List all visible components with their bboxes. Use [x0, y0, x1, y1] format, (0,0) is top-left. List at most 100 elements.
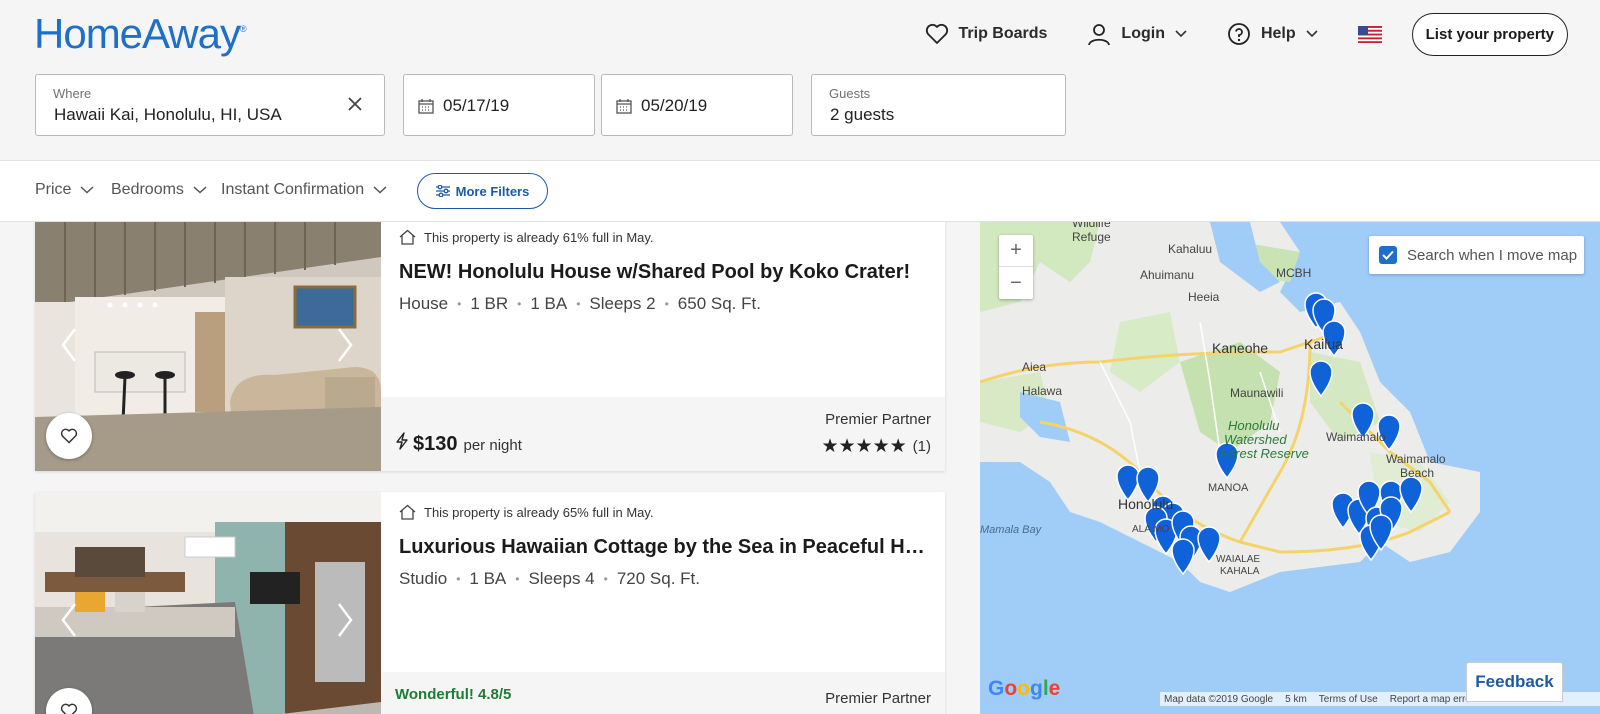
listing-specs: Studio • 1 BA • Sleeps 4 • 720 Sq. Ft.: [399, 569, 701, 588]
bathrooms: 1 BA: [530, 294, 568, 313]
heart-icon: [60, 703, 78, 714]
map-label: Aiea: [1022, 360, 1047, 374]
favorite-button[interactable]: [46, 413, 92, 459]
map-label: Kaneohe: [1212, 340, 1269, 356]
map-label: Waimanalo: [1326, 430, 1386, 444]
bedrooms: 1 BR: [470, 294, 509, 313]
us-flag-icon[interactable]: [1357, 25, 1382, 43]
chevron-down-icon: [193, 186, 207, 194]
calendar-icon: [616, 99, 632, 114]
premier-partner-badge: Premier Partner: [825, 690, 931, 707]
zoom-in-button[interactable]: +: [999, 235, 1033, 267]
list-property-button[interactable]: List your property: [1411, 12, 1568, 56]
search-when-move-checkbox[interactable]: Search when I move map: [1369, 236, 1584, 274]
map-label: Heeia: [1188, 290, 1220, 304]
help-menu[interactable]: Help: [1227, 22, 1318, 46]
terms-link[interactable]: Terms of Use: [1319, 694, 1378, 705]
review-count[interactable]: (1): [913, 438, 931, 455]
more-filters-label: More Filters: [455, 183, 530, 199]
property-type: Studio: [399, 569, 448, 588]
chevron-down-icon: [1306, 30, 1318, 38]
map-label: WAIALAE: [1216, 554, 1261, 565]
map-label: MCBH: [1276, 266, 1312, 280]
occupancy-text: This property is already 65% full in May…: [424, 504, 654, 520]
filter-bar: Price Bedrooms Instant Confirmation More…: [0, 160, 1600, 222]
where-value: Hawaii Kai, Honolulu, HI, USA: [54, 105, 282, 124]
trip-boards-link[interactable]: Trip Boards: [925, 23, 1048, 45]
trip-boards-label: Trip Boards: [958, 25, 1048, 42]
bedrooms-filter[interactable]: Bedrooms: [111, 181, 207, 199]
guests-label: Guests: [829, 86, 871, 101]
listing-specs: House • 1 BR • 1 BA • Sleeps 2 • 650 Sq. Ft.: [399, 294, 761, 313]
login-label: Login: [1121, 25, 1165, 42]
listing-photo[interactable]: [35, 492, 381, 714]
listing-title[interactable]: Luxurious Hawaiian Cottage by the Sea in…: [399, 536, 929, 559]
search-when-move-label: Search when I move map: [1407, 246, 1578, 264]
next-photo-arrow-icon[interactable]: [331, 600, 357, 640]
listing-photo[interactable]: [35, 222, 381, 471]
map-data-text: Map data ©2019 Google: [1164, 693, 1274, 705]
map-label: Beach: [1400, 466, 1435, 480]
listing-card[interactable]: This property is already 65% full in May…: [35, 492, 945, 714]
map-label: ALA MO: [1132, 524, 1170, 535]
price-filter[interactable]: Price: [35, 181, 94, 199]
square-feet: 650 Sq. Ft.: [677, 294, 761, 313]
map-label: Watershed: [1224, 432, 1287, 447]
report-error-link[interactable]: Report a map error: [1390, 694, 1474, 705]
listing-title[interactable]: NEW! Honolulu House w/Shared Pool by Kok…: [399, 261, 929, 284]
header: HomeAway® Trip Boards Login Help List yo…: [0, 0, 1600, 160]
map-label: Halawa: [1022, 384, 1063, 398]
map-label: Refuge: [1072, 230, 1111, 244]
checkout-value: 05/20/19: [641, 96, 708, 115]
star-rating: ★★★★★ (1): [821, 435, 931, 458]
zoom-out-button[interactable]: −: [999, 267, 1033, 299]
instant-confirmation-filter[interactable]: Instant Confirmation: [221, 181, 387, 199]
map-label: Ahuimanu: [1140, 268, 1195, 282]
google-logo: Google: [988, 677, 1061, 700]
map-panel[interactable]: Wildlife Refuge Kahaluu Ahuimanu MCBH He…: [980, 222, 1600, 714]
house-icon: [399, 504, 416, 520]
user-icon: [1088, 24, 1111, 46]
next-photo-arrow-icon[interactable]: [331, 325, 357, 365]
map-label: KAHALA: [1220, 566, 1260, 577]
listing-card[interactable]: This property is already 61% full in May…: [35, 222, 945, 471]
bedrooms-filter-label: Bedrooms: [111, 181, 184, 198]
map-label: MANOA: [1208, 482, 1249, 494]
prev-photo-arrow-icon[interactable]: [57, 600, 83, 640]
occupancy-text: This property is already 61% full in May…: [424, 229, 654, 245]
prev-photo-arrow-icon[interactable]: [57, 325, 83, 365]
map-label: Mamala Bay: [980, 524, 1042, 536]
login-menu[interactable]: Login: [1087, 22, 1187, 46]
listing-footer: $130 per night Premier Partner ★★★★★ (1): [381, 397, 945, 471]
map-label: Kailua: [1304, 336, 1343, 352]
bathrooms: 1 BA: [469, 569, 507, 588]
house-icon: [399, 229, 416, 245]
map-label: Maunawili: [1230, 386, 1284, 400]
price-filter-label: Price: [35, 181, 72, 198]
map-label: Honolulu: [1118, 496, 1174, 512]
occupancy-notice: This property is already 65% full in May…: [399, 504, 654, 520]
map-label: Waimanalo: [1386, 452, 1446, 466]
listing-info: This property is already 61% full in May…: [381, 222, 945, 471]
checkin-value: 05/17/19: [443, 96, 510, 115]
listings-panel[interactable]: This property is already 61% full in May…: [0, 222, 980, 714]
help-icon: [1228, 23, 1250, 45]
more-filters-button[interactable]: More Filters: [417, 173, 548, 209]
instant-book-icon: [396, 432, 408, 450]
guests-field[interactable]: Guests 2 guests: [811, 74, 1066, 136]
checkin-field[interactable]: 05/17/19: [403, 74, 595, 136]
map-label: Honolulu: [1228, 418, 1280, 433]
checkout-field[interactable]: 05/20/19: [601, 74, 793, 136]
listing-footer: Wonderful! 4.8/5 Premier Partner: [381, 672, 945, 714]
close-icon[interactable]: [348, 97, 362, 111]
homeaway-logo[interactable]: HomeAway®: [34, 10, 247, 58]
price-amount: $130: [413, 433, 458, 455]
listing-info: This property is already 65% full in May…: [381, 492, 945, 714]
where-field[interactable]: Where Hawaii Kai, Honolulu, HI, USA: [35, 74, 385, 136]
calendar-icon: [418, 99, 434, 114]
bedroom-photo: [35, 492, 381, 714]
heart-icon: [925, 23, 948, 44]
feedback-button[interactable]: Feedback: [1466, 662, 1563, 702]
map-label: Wildlife: [1072, 222, 1111, 230]
sliders-icon: [435, 185, 450, 197]
